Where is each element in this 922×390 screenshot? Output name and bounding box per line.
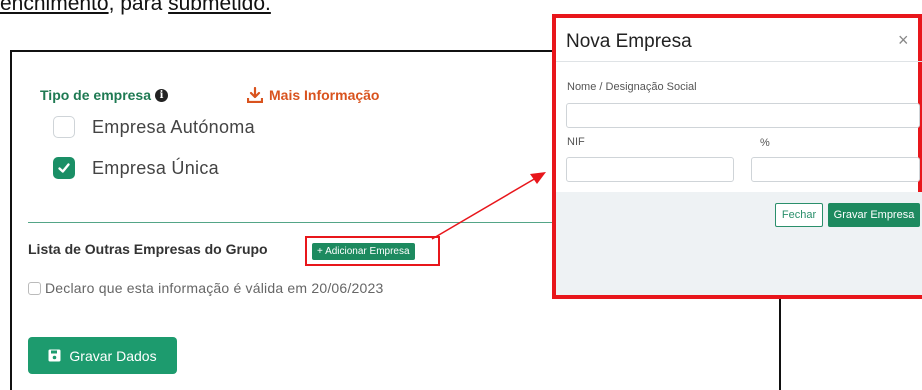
tipo-empresa-label: Tipo de empresa — [40, 87, 152, 103]
checkbox-empresa-autonoma[interactable] — [53, 116, 75, 138]
fechar-button[interactable]: Fechar — [775, 203, 823, 227]
gravar-dados-label: Gravar Dados — [69, 347, 157, 364]
underlined-word-enchimento: enchimento — [0, 0, 109, 15]
declaro-text: Declaro que esta informação é válida em … — [45, 280, 384, 296]
nif-input[interactable] — [566, 157, 734, 182]
save-icon — [48, 349, 61, 362]
option-label-autonoma: Empresa Autónoma — [92, 116, 255, 137]
tipo-empresa-row: Tipo de empresa i — [40, 87, 169, 103]
option-label-unica: Empresa Única — [92, 157, 219, 178]
option-empresa-autonoma[interactable]: Empresa Autónoma — [53, 116, 255, 138]
adicionar-empresa-button[interactable]: + Adicionar Empresa — [312, 243, 415, 260]
mais-informacao-label: Mais Informação — [269, 87, 380, 103]
option-empresa-unica[interactable]: Empresa Única — [53, 157, 219, 179]
mais-informacao-link[interactable]: Mais Informação — [247, 87, 379, 103]
percentagem-input[interactable] — [751, 157, 920, 182]
declaro-checkbox[interactable] — [28, 281, 41, 295]
top-instruction-text: enchimento, para submetido. — [0, 0, 271, 16]
checkmark-icon — [58, 163, 70, 173]
nif-label: NIF — [567, 136, 585, 148]
close-icon[interactable]: × — [898, 30, 909, 51]
lista-empresas-label: Lista de Outras Empresas do Grupo — [28, 241, 268, 257]
modal-title: Nova Empresa — [566, 31, 692, 52]
underlined-word-submetido: submetido. — [168, 0, 271, 15]
nome-designacao-label: Nome / Designação Social — [567, 81, 697, 93]
info-icon[interactable]: i — [155, 88, 169, 102]
download-icon — [247, 87, 263, 103]
lista-empresas-row: Lista de Outras Empresas do Grupo — [28, 241, 268, 257]
percentagem-label: % — [760, 137, 770, 149]
checkbox-empresa-unica[interactable] — [53, 157, 75, 179]
gravar-dados-button[interactable]: Gravar Dados — [28, 337, 177, 374]
nome-designacao-input[interactable] — [566, 103, 920, 128]
declaro-row[interactable]: Declaro que esta informação é válida em … — [28, 280, 383, 296]
top-text-separator: , para — [108, 0, 169, 15]
gravar-empresa-button[interactable]: Gravar Empresa — [828, 203, 920, 227]
